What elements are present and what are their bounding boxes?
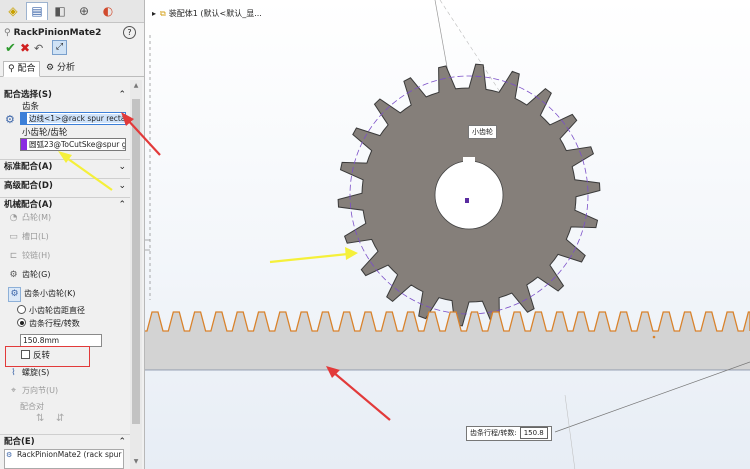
assembly-icon: ⧉ xyxy=(160,9,166,18)
rack-travel-callout-label: 齿条行程/转数: xyxy=(470,429,517,437)
expand-arrow-icon[interactable]: ▸ xyxy=(152,9,156,18)
side-marks xyxy=(145,35,151,300)
red-arrow-rack xyxy=(326,366,391,421)
gear-origin-point xyxy=(465,198,469,203)
red-arrow-top xyxy=(121,112,161,156)
gear-callout[interactable]: 小齿轮 xyxy=(468,125,497,139)
yellow-arrow-left xyxy=(58,151,113,191)
rack-travel-callout[interactable]: 齿条行程/转数: 150.8 xyxy=(466,426,552,441)
graphics-canvas[interactable] xyxy=(0,0,750,469)
tree-path-text: 装配体1 (默认<默认_显... xyxy=(168,9,262,18)
rack-travel-callout-value[interactable]: 150.8 xyxy=(519,427,548,439)
yellow-arrow-gear xyxy=(269,247,358,264)
construction-line-lower xyxy=(564,394,576,469)
travel-leader-line xyxy=(554,361,750,433)
rack-body[interactable] xyxy=(145,331,750,370)
rack-point-marker xyxy=(652,335,656,339)
feature-tree-breadcrumb[interactable]: ▸ ⧉ 装配体1 (默认<默认_显... xyxy=(152,8,262,19)
keyway xyxy=(463,157,475,175)
rack[interactable] xyxy=(145,311,750,370)
